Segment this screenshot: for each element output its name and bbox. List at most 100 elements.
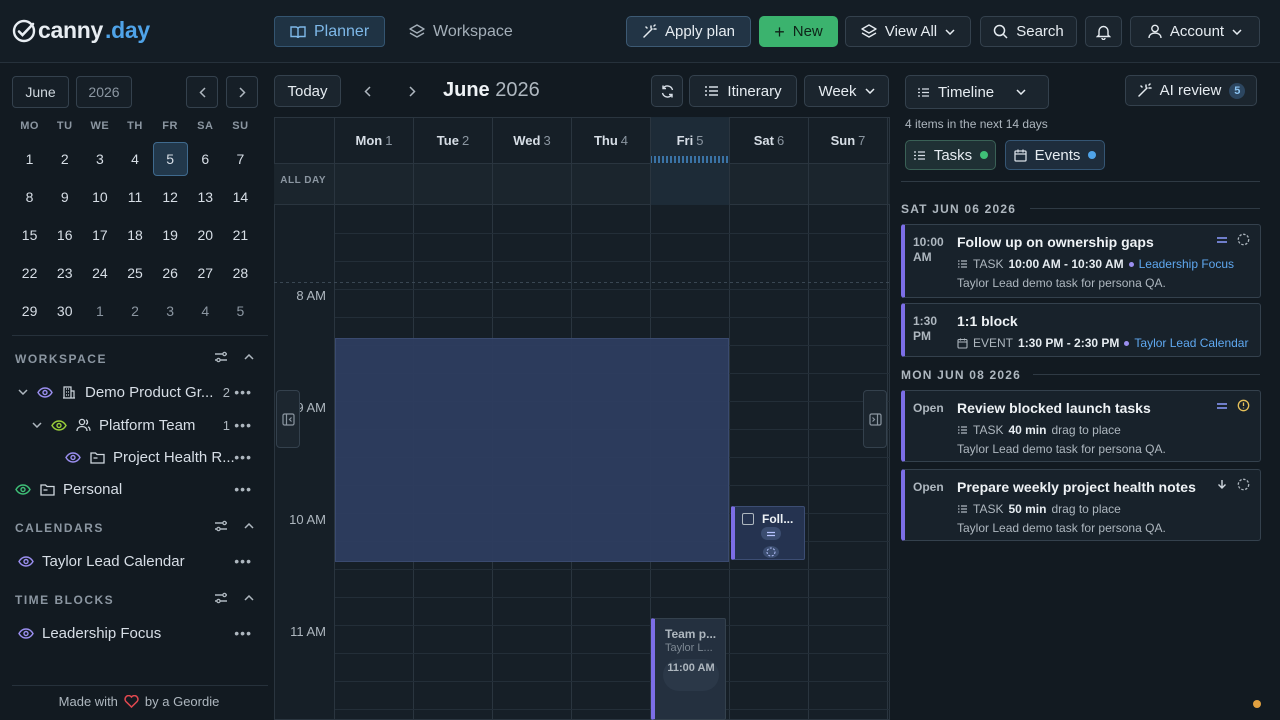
task-checkbox[interactable] [742,513,754,525]
status-dot [1124,340,1130,346]
calendar-day[interactable]: 1 [82,292,117,330]
chevron-up-icon[interactable] [244,354,254,360]
calendar-day[interactable]: 14 [223,178,258,216]
priority-icon[interactable] [1217,236,1227,243]
ai-review-button[interactable]: AI review 5 [1125,75,1257,106]
sliders-icon[interactable] [214,592,228,604]
calendar-day[interactable]: 7 [223,140,258,178]
eye-icon[interactable] [65,451,81,463]
priority-icon [761,527,781,540]
more-icon[interactable]: ••• [234,553,252,569]
eye-icon[interactable] [18,627,34,639]
more-icon[interactable]: ••• [234,481,252,497]
timeline-select[interactable]: Timeline [905,75,1049,109]
month-select[interactable]: June [12,76,69,108]
more-icon[interactable]: ••• [234,449,252,465]
calendar-day[interactable]: 3 [153,292,188,330]
notifications-button[interactable] [1085,16,1122,47]
calendar-day[interactable]: 27 [188,254,223,292]
calendar-day[interactable]: 1 [12,140,47,178]
calendar-day[interactable]: 30 [47,292,82,330]
status-circle-icon[interactable] [1237,233,1250,246]
workspace-item-project-health[interactable]: Project Health R... ••• [0,443,268,471]
priority-icon[interactable] [1217,402,1227,409]
calendar-day[interactable]: 25 [117,254,152,292]
calendar-day[interactable]: 19 [153,216,188,254]
calendar-day[interactable]: 20 [188,216,223,254]
workspace-item-personal[interactable]: Personal ••• [0,475,268,503]
status-circle-icon[interactable] [1237,478,1250,491]
calendar-day[interactable]: 21 [223,216,258,254]
chevron-up-icon[interactable] [244,595,254,601]
timeline-item[interactable]: 1:30 PM 1:1 block EVENT 1:30 PM - 2:30 P… [901,303,1261,357]
chevron-up-icon[interactable] [244,523,254,529]
more-icon[interactable]: ••• [234,384,252,400]
weekday-label: SU [232,120,249,132]
timeline-item[interactable]: Open Review blocked launch tasks TASK 40… [901,390,1261,462]
year-select[interactable]: 2026 [76,76,132,108]
item-link[interactable]: Taylor Lead Calendar [1134,336,1248,350]
calendar-item-taylor-lead[interactable]: Taylor Lead Calendar ••• [0,547,268,575]
item-link[interactable]: Leadership Focus [1139,257,1234,271]
timeline-item[interactable]: Open Prepare weekly project health notes… [901,469,1261,541]
calendar-day[interactable]: 2 [47,140,82,178]
collapse-left-button[interactable] [276,390,300,448]
status-circle-icon[interactable] [762,545,780,562]
time-block-item-leadership-focus[interactable]: Leadership Focus ••• [0,619,268,647]
apply-plan-button[interactable]: Apply plan [626,16,751,47]
calendar-day[interactable]: 4 [117,140,152,178]
calendar-day[interactable]: 8 [12,178,47,216]
calendar-day[interactable]: 26 [153,254,188,292]
calendar-day[interactable]: 16 [47,216,82,254]
calendar-event-team[interactable]: Team p... Taylor L... 11:00 AM [651,618,726,720]
timeline-item[interactable]: 10:00 AM Follow up on ownership gaps TAS… [901,224,1261,298]
tab-workspace[interactable]: Workspace [394,16,528,47]
eye-icon[interactable] [37,386,53,398]
workspace-item-demo-product[interactable]: Demo Product Gr... 2 ••• [0,378,268,406]
arrow-down-priority-icon[interactable] [1217,479,1227,490]
app-logo[interactable]: canny .day [12,17,150,44]
calendar-day[interactable]: 5 [152,142,188,176]
calendar-day[interactable]: 29 [12,292,47,330]
collapse-right-button[interactable] [863,390,887,448]
sliders-icon[interactable] [214,520,228,532]
calendar-day[interactable]: 6 [188,140,223,178]
search-button[interactable]: Search [980,16,1077,47]
filter-events-toggle[interactable]: Events [1005,140,1105,170]
tab-planner[interactable]: Planner [274,16,386,47]
new-button[interactable]: + New [759,16,838,47]
calendar-day[interactable]: 10 [82,178,117,216]
time-block-overlay[interactable] [335,338,729,562]
calendar-day[interactable]: 5 [223,292,258,330]
calendar-day[interactable]: 3 [82,140,117,178]
calendar-day[interactable]: 11 [117,178,152,216]
more-icon[interactable]: ••• [234,625,252,641]
view-all-dropdown[interactable]: View All [845,16,971,47]
eye-icon[interactable] [18,555,34,567]
calendar-day[interactable]: 9 [47,178,82,216]
calendar-day[interactable]: 12 [153,178,188,216]
calendar-day[interactable]: 15 [12,216,47,254]
prev-month-button[interactable] [186,76,218,108]
calendar-day[interactable]: 13 [188,178,223,216]
chevron-down-icon[interactable] [18,389,28,395]
calendar-day[interactable]: 4 [188,292,223,330]
eye-icon[interactable] [15,483,31,495]
filter-tasks-toggle[interactable]: Tasks [905,140,996,170]
calendar-day[interactable]: 23 [47,254,82,292]
calendar-day[interactable]: 17 [82,216,117,254]
calendar-event-follow-up[interactable]: Foll... [731,506,805,560]
next-month-button[interactable] [226,76,258,108]
account-dropdown[interactable]: Account [1130,16,1260,47]
sliders-icon[interactable] [214,351,228,363]
chevron-down-icon[interactable] [32,422,42,428]
calendar-day[interactable]: 22 [12,254,47,292]
alert-circle-icon[interactable] [1237,399,1250,412]
calendar-day[interactable]: 18 [117,216,152,254]
workspace-item-platform-team[interactable]: Platform Team 1 ••• [0,411,268,439]
eye-icon[interactable] [51,419,67,431]
more-icon[interactable]: ••• [234,417,252,433]
calendar-day[interactable]: 28 [223,254,258,292]
calendar-day[interactable]: 24 [82,254,117,292]
calendar-day[interactable]: 2 [117,292,152,330]
